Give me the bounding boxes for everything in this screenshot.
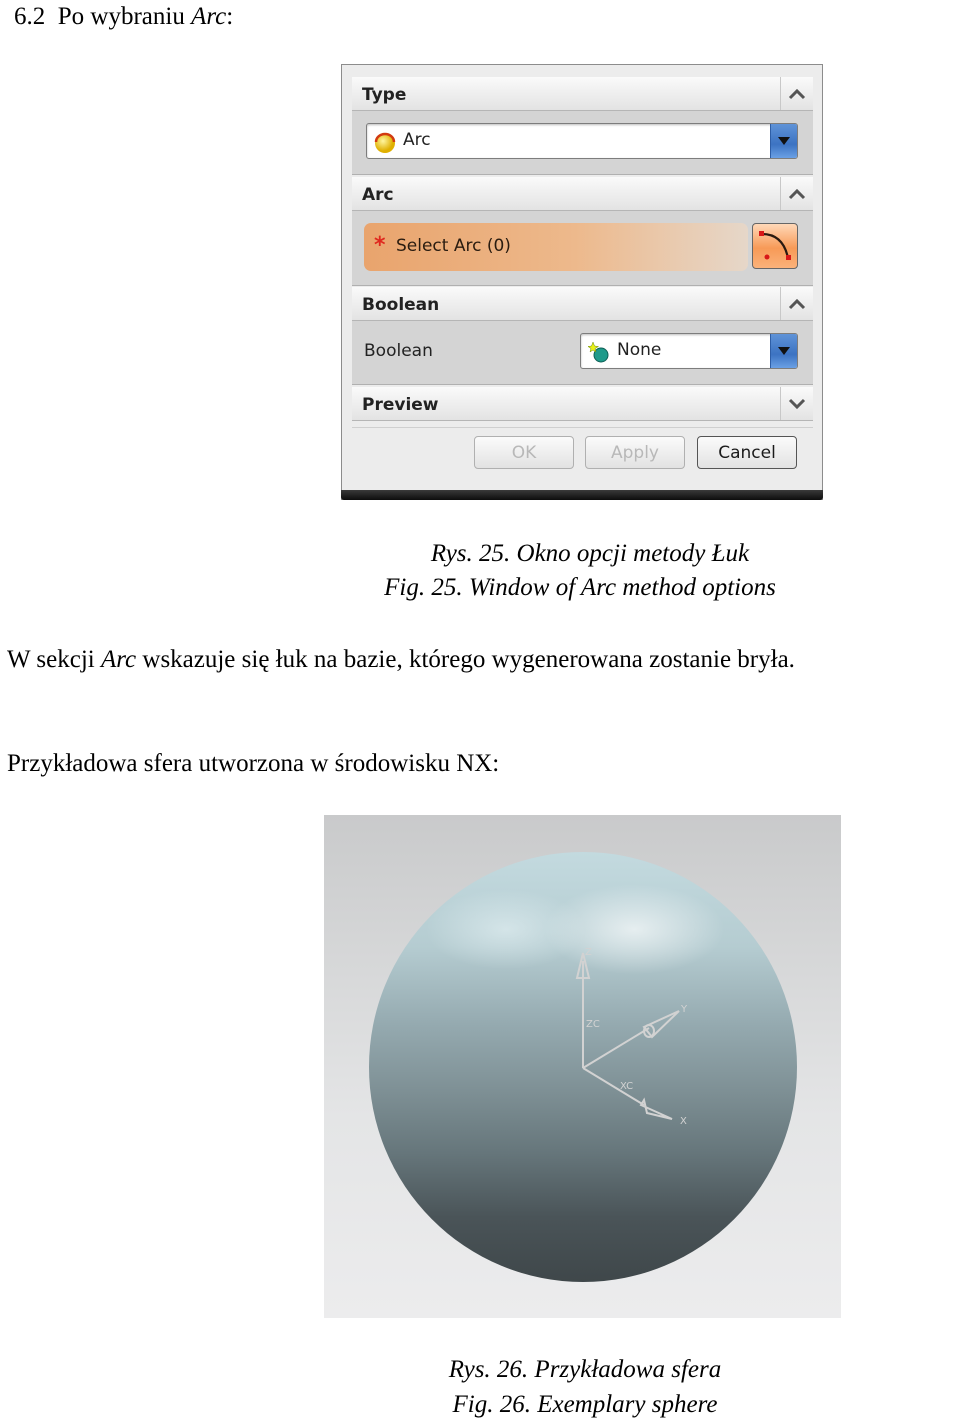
axis-label-zc: ZC xyxy=(586,1019,600,1030)
section-header-boolean[interactable]: Boolean xyxy=(352,287,813,321)
coordinate-axes-icon: Z Y X XC ZC xyxy=(575,947,688,1127)
ok-button[interactable]: OK xyxy=(474,436,574,469)
select-arc-label: Select Arc (0) xyxy=(396,236,511,256)
chevron-down-icon[interactable] xyxy=(780,387,813,420)
type-select-value: Arc xyxy=(403,130,431,150)
paragraph-intro: Przykładowa sfera utworzona w środowisku… xyxy=(7,750,500,777)
sphere-figure: Z Y X XC ZC xyxy=(324,815,841,1318)
heading-text: Po wybraniu xyxy=(57,3,185,30)
select-curve-icon xyxy=(759,231,791,260)
select-arc-field[interactable]: * Select Arc (0) xyxy=(364,223,748,271)
divider xyxy=(352,427,813,428)
section-heading: 6.2 Po wybraniu Arc: xyxy=(14,0,233,34)
heading-suffix: : xyxy=(226,3,234,30)
select-curve-button[interactable] xyxy=(752,223,798,269)
paragraph-emphasis: Arc xyxy=(100,646,137,673)
paragraph-text: wskazuje się łuk na bazie, którego wygen… xyxy=(142,646,795,673)
section-title: Boolean xyxy=(362,295,440,315)
section-header-arc[interactable]: Arc xyxy=(352,177,813,211)
chevron-up-icon[interactable] xyxy=(780,287,813,320)
figure-caption-pl: Rys. 25. Okno opcji metody Łuk xyxy=(430,540,750,567)
dropdown-arrow-icon[interactable] xyxy=(770,124,797,158)
boolean-none-icon xyxy=(587,340,611,364)
section-title: Preview xyxy=(362,395,439,415)
section-body-arc: * Select Arc (0) xyxy=(352,211,813,286)
section-title: Type xyxy=(362,85,407,105)
section-title: Arc xyxy=(362,185,394,205)
chevron-up-icon[interactable] xyxy=(780,177,813,210)
apply-button[interactable]: Apply xyxy=(585,436,685,469)
cancel-button[interactable]: Cancel xyxy=(697,436,797,469)
boolean-label: Boolean xyxy=(364,341,433,361)
paragraph-text: W sekcji xyxy=(7,646,95,673)
section-header-type[interactable]: Type xyxy=(352,77,813,111)
paragraph: W sekcji Arc wskazuje się łuk na bazie, … xyxy=(7,643,795,677)
type-select[interactable]: Arc xyxy=(366,123,798,159)
section-header-preview[interactable]: Preview xyxy=(352,387,813,421)
dropdown-arrow-icon[interactable] xyxy=(770,334,797,368)
axis-label-x: X xyxy=(680,1116,687,1127)
section-number: 6.2 xyxy=(14,3,46,30)
figure-caption-en: Fig. 25. Window of Arc method options xyxy=(384,574,776,601)
axis-label-z: Z xyxy=(585,947,592,958)
window-bottom-edge xyxy=(341,490,823,500)
boolean-select[interactable]: None xyxy=(580,333,798,369)
heading-emphasis: Arc xyxy=(191,3,227,30)
section-body-boolean: Boolean None xyxy=(352,321,813,385)
figure-caption-pl: Rys. 26. Przykładowa sfera xyxy=(448,1356,722,1383)
section-body-type: Arc xyxy=(352,111,813,175)
arc-options-dialog: Type Arc Arc * Select Arc (0) Boolean Bo… xyxy=(341,64,823,500)
figure-caption-en: Fig. 26. Exemplary sphere xyxy=(452,1391,718,1418)
required-marker: * xyxy=(374,233,386,258)
arc-type-icon xyxy=(373,130,397,154)
boolean-select-value: None xyxy=(617,340,662,360)
axis-label-xc: XC xyxy=(620,1081,633,1092)
chevron-up-icon[interactable] xyxy=(780,77,813,110)
axis-label-y: Y xyxy=(680,1004,688,1015)
